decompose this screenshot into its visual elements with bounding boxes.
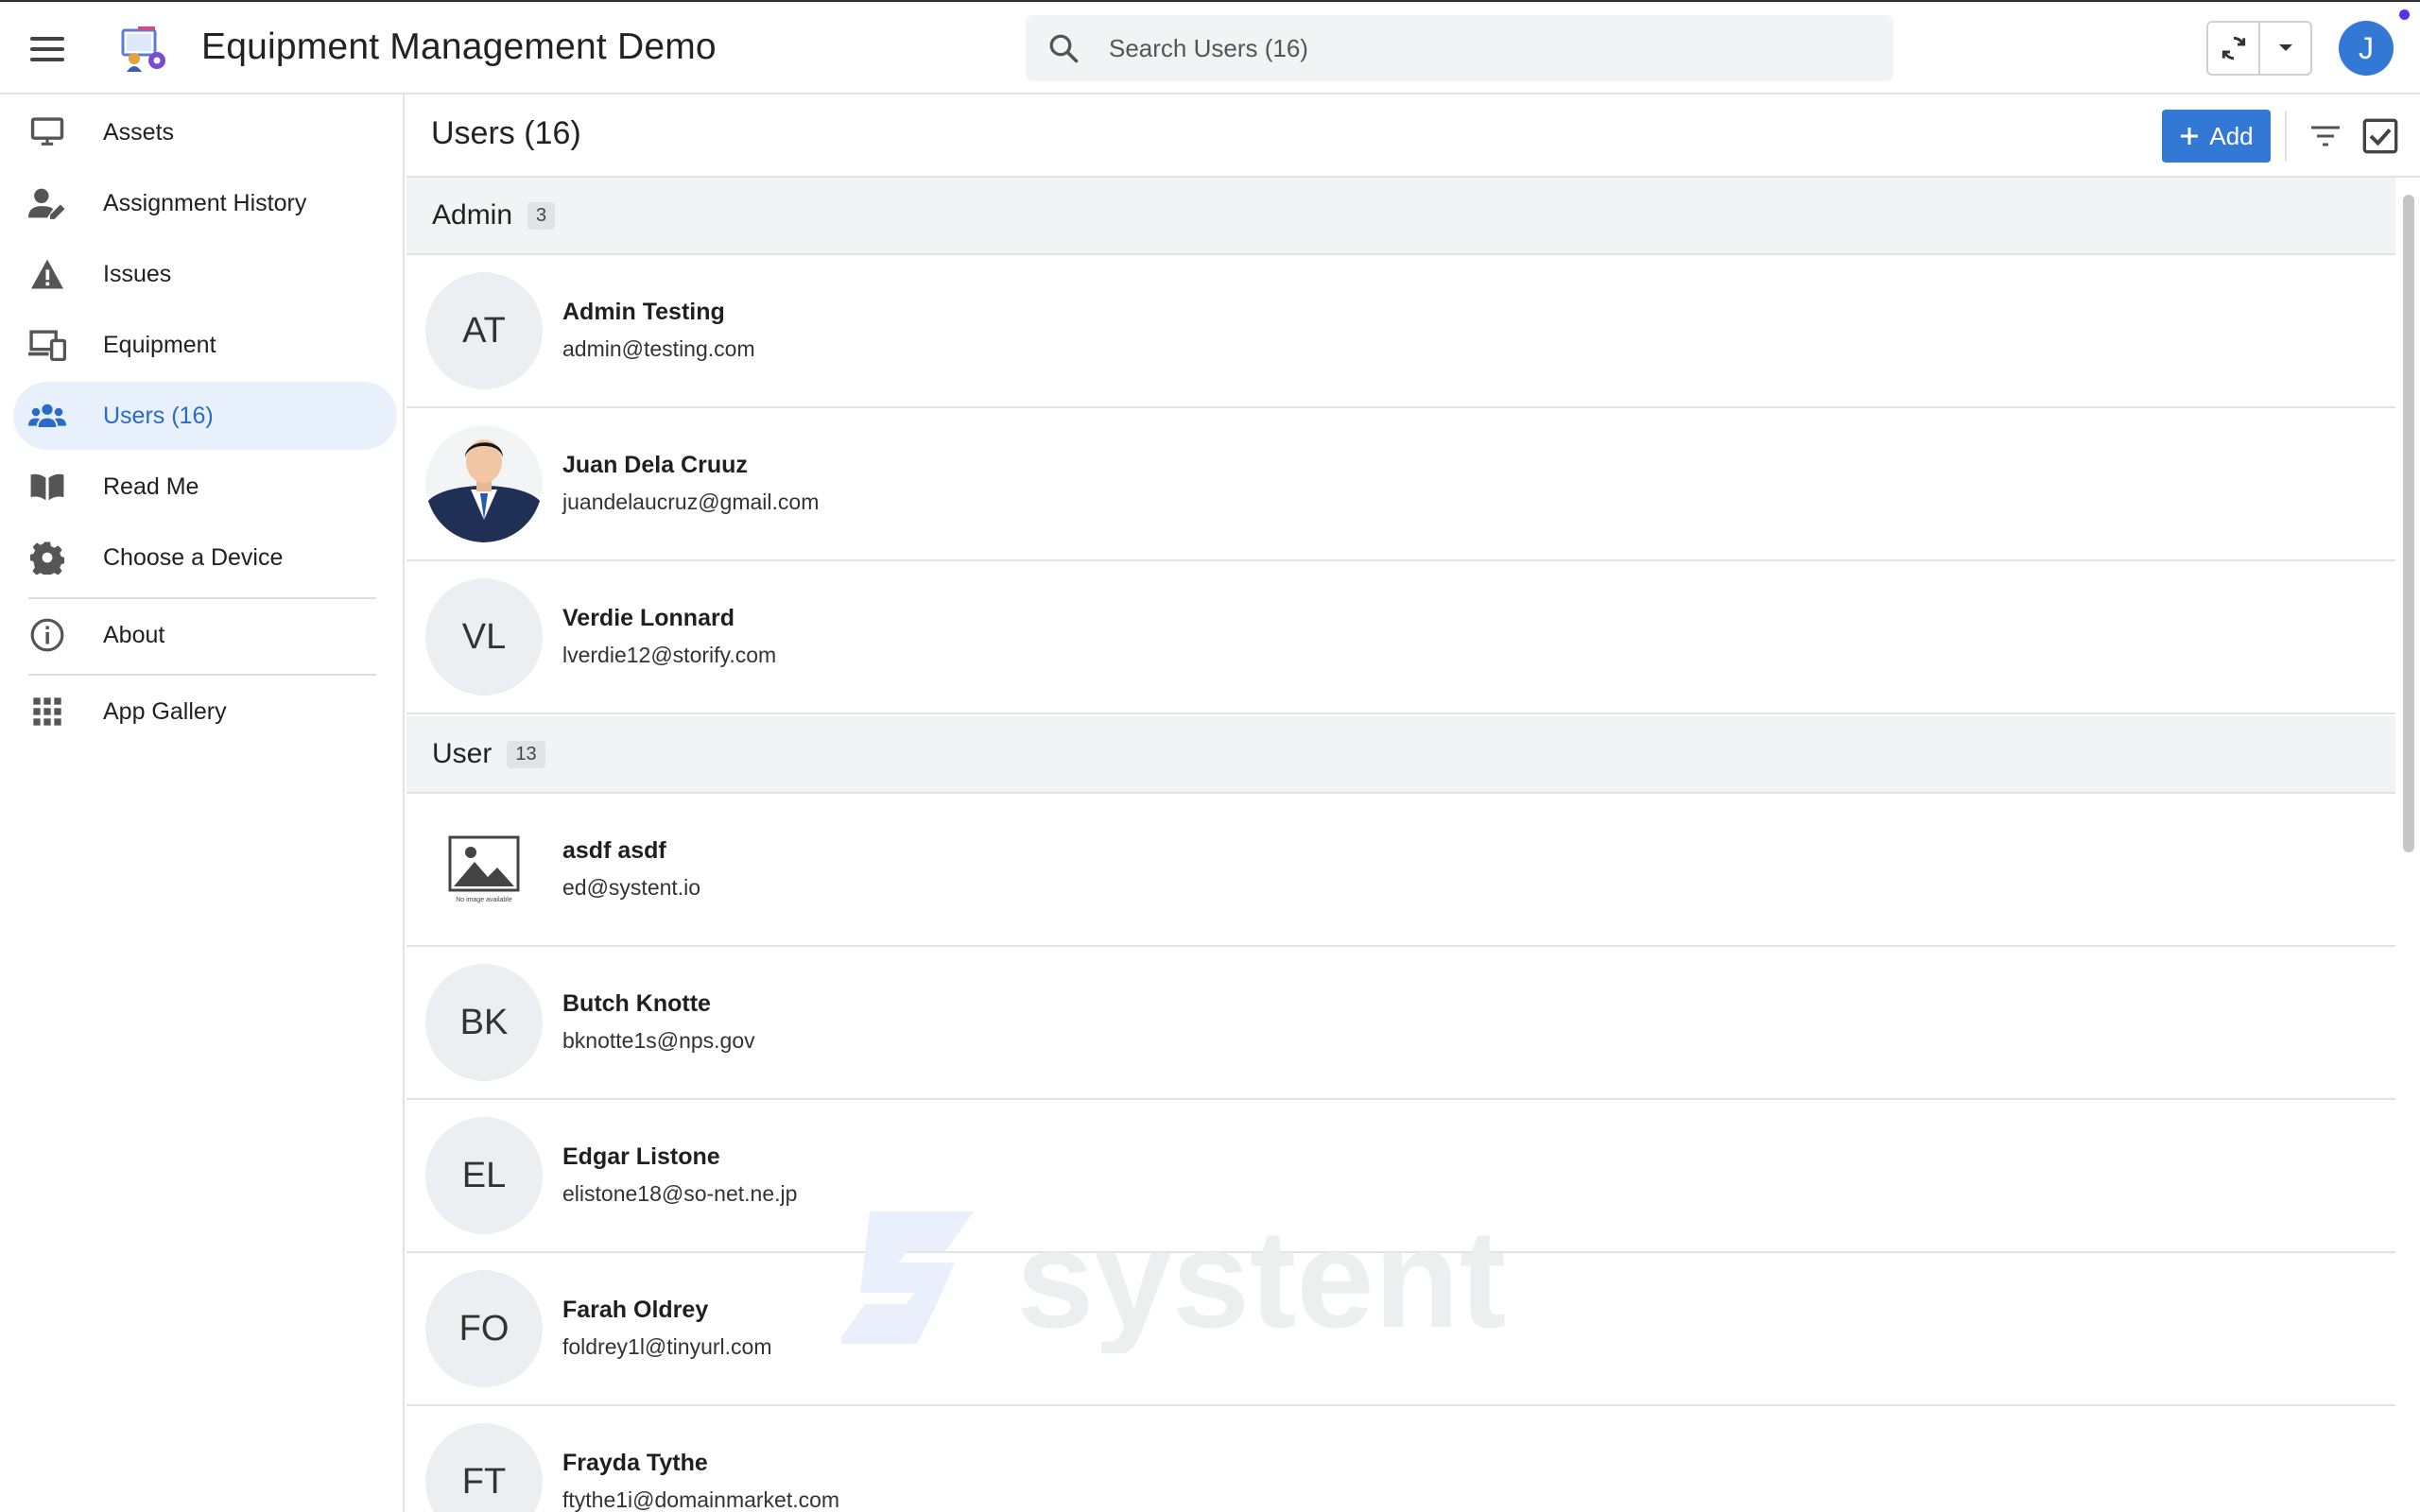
sidebar-item-equipment[interactable]: Equipment bbox=[13, 311, 397, 379]
sidebar-item-users[interactable]: Users (16) bbox=[13, 382, 397, 450]
select-checkbox-icon[interactable] bbox=[2361, 117, 2399, 155]
user-row[interactable]: Juan Dela Cruuz juandelaucruz@gmail.com bbox=[406, 408, 2395, 561]
group-label: User bbox=[432, 738, 493, 769]
notification-dot bbox=[2399, 9, 2410, 20]
app-header: Equipment Management Demo J bbox=[0, 0, 2420, 94]
user-name: Admin Testing bbox=[562, 299, 725, 325]
sidebar-item-assets[interactable]: Assets bbox=[13, 98, 397, 166]
page-title: Users (16) bbox=[431, 115, 581, 151]
avatar: EL bbox=[425, 1117, 543, 1234]
user-email: foldrey1l@tinyurl.com bbox=[562, 1334, 772, 1359]
filter-icon[interactable] bbox=[2308, 119, 2342, 153]
sidebar-item-label: Read Me bbox=[103, 472, 199, 500]
sidebar-item-label: Assignment History bbox=[103, 189, 307, 216]
app-title: Equipment Management Demo bbox=[201, 26, 717, 67]
sidebar: Assets Assignment History Issues Equipme… bbox=[0, 94, 405, 1512]
avatar: FO bbox=[425, 1270, 543, 1387]
menu-icon[interactable] bbox=[26, 30, 68, 68]
user-row[interactable]: FT Frayda Tythe ftythe1i@domainmarket.co… bbox=[406, 1406, 2395, 1512]
devices-icon bbox=[28, 326, 66, 364]
user-name: Verdie Lonnard bbox=[562, 605, 735, 631]
sidebar-item-assignment-history[interactable]: Assignment History bbox=[13, 169, 397, 237]
search-input[interactable] bbox=[1109, 15, 1865, 81]
sidebar-item-choose-device[interactable]: Choose a Device bbox=[13, 524, 397, 592]
sidebar-item-label: App Gallery bbox=[103, 697, 227, 725]
grid-icon bbox=[28, 693, 66, 730]
toolbar-separator bbox=[2285, 112, 2287, 161]
avatar: VL bbox=[425, 578, 543, 696]
sync-button[interactable] bbox=[2208, 23, 2260, 74]
user-name: Juan Dela Cruuz bbox=[562, 452, 748, 478]
sidebar-item-label: Choose a Device bbox=[103, 543, 284, 571]
scrollbar[interactable] bbox=[2395, 178, 2420, 1512]
avatar: FT bbox=[425, 1423, 543, 1512]
user-row[interactable]: AT Admin Testing admin@testing.com bbox=[406, 255, 2395, 408]
avatar: BK bbox=[425, 964, 543, 1081]
user-email: elistone18@so-net.ne.jp bbox=[562, 1181, 798, 1206]
sidebar-divider bbox=[28, 597, 376, 599]
group-count-badge: 13 bbox=[507, 740, 545, 768]
user-row[interactable]: EL Edgar Listone elistone18@so-net.ne.jp bbox=[406, 1100, 2395, 1253]
sidebar-item-label: Issues bbox=[103, 260, 172, 287]
sidebar-divider bbox=[28, 674, 376, 676]
caret-down-icon bbox=[2278, 44, 2292, 51]
gear-icon bbox=[28, 539, 66, 576]
group-header-user: User 13 bbox=[406, 716, 2395, 794]
user-edit-icon bbox=[28, 184, 66, 222]
avatar bbox=[425, 425, 543, 542]
user-row[interactable]: No image available asdf asdf ed@systent.… bbox=[406, 794, 2395, 947]
plus-icon bbox=[2181, 128, 2199, 145]
user-row[interactable]: FO Farah Oldrey foldrey1l@tinyurl.com bbox=[406, 1253, 2395, 1406]
users-icon bbox=[28, 397, 66, 435]
app-logo-icon bbox=[121, 26, 165, 72]
user-name: Farah Oldrey bbox=[562, 1297, 709, 1323]
user-email: ftythe1i@domainmarket.com bbox=[562, 1487, 840, 1512]
sync-dropdown-button[interactable] bbox=[2260, 23, 2310, 74]
sync-icon bbox=[2221, 36, 2245, 60]
toolbar: Users (16) Add bbox=[406, 94, 2420, 178]
no-image-icon: No image available bbox=[448, 835, 520, 903]
add-button[interactable]: Add bbox=[2162, 110, 2271, 163]
sidebar-item-issues[interactable]: Issues bbox=[13, 240, 397, 308]
add-button-label: Add bbox=[2209, 121, 2254, 150]
scrollbar-thumb[interactable] bbox=[2403, 195, 2414, 852]
monitor-icon bbox=[28, 113, 66, 151]
info-icon bbox=[28, 616, 66, 654]
warning-icon bbox=[28, 255, 66, 293]
search-box[interactable] bbox=[1026, 15, 1893, 81]
user-email: ed@systent.io bbox=[562, 875, 701, 900]
search-icon bbox=[1049, 34, 1079, 63]
sidebar-item-app-gallery[interactable]: App Gallery bbox=[13, 678, 397, 746]
user-name: asdf asdf bbox=[562, 837, 666, 864]
sidebar-item-read-me[interactable]: Read Me bbox=[13, 453, 397, 521]
user-name: Edgar Listone bbox=[562, 1143, 720, 1170]
sidebar-item-label: Equipment bbox=[103, 331, 216, 358]
group-count-badge: 3 bbox=[527, 201, 556, 230]
book-icon bbox=[28, 468, 66, 506]
user-email: lverdie12@storify.com bbox=[562, 643, 777, 667]
user-name: Frayda Tythe bbox=[562, 1450, 708, 1476]
group-label: Admin bbox=[432, 199, 513, 231]
main-content: Users (16) Add Admin 3 AT Admin Testing … bbox=[406, 94, 2420, 1512]
avatar: AT bbox=[425, 272, 543, 389]
sidebar-item-about[interactable]: About bbox=[13, 601, 397, 669]
sidebar-item-label: Assets bbox=[103, 118, 175, 146]
user-email: juandelaucruz@gmail.com bbox=[562, 490, 820, 514]
sidebar-item-label: Users (16) bbox=[103, 402, 214, 429]
sync-split-button bbox=[2206, 21, 2312, 76]
user-row[interactable]: BK Butch Knotte bknotte1s@nps.gov bbox=[406, 947, 2395, 1100]
person-photo-icon bbox=[425, 425, 543, 542]
group-header-admin: Admin 3 bbox=[406, 178, 2395, 255]
sidebar-item-label: About bbox=[103, 621, 165, 648]
user-email: bknotte1s@nps.gov bbox=[562, 1028, 755, 1053]
no-image-text: No image available bbox=[456, 897, 512, 903]
user-row[interactable]: VL Verdie Lonnard lverdie12@storify.com bbox=[406, 561, 2395, 714]
user-avatar[interactable]: J bbox=[2339, 21, 2394, 76]
user-list: Admin 3 AT Admin Testing admin@testing.c… bbox=[406, 178, 2395, 1512]
user-name: Butch Knotte bbox=[562, 990, 711, 1017]
avatar: No image available bbox=[425, 811, 543, 928]
user-email: admin@testing.com bbox=[562, 336, 755, 361]
